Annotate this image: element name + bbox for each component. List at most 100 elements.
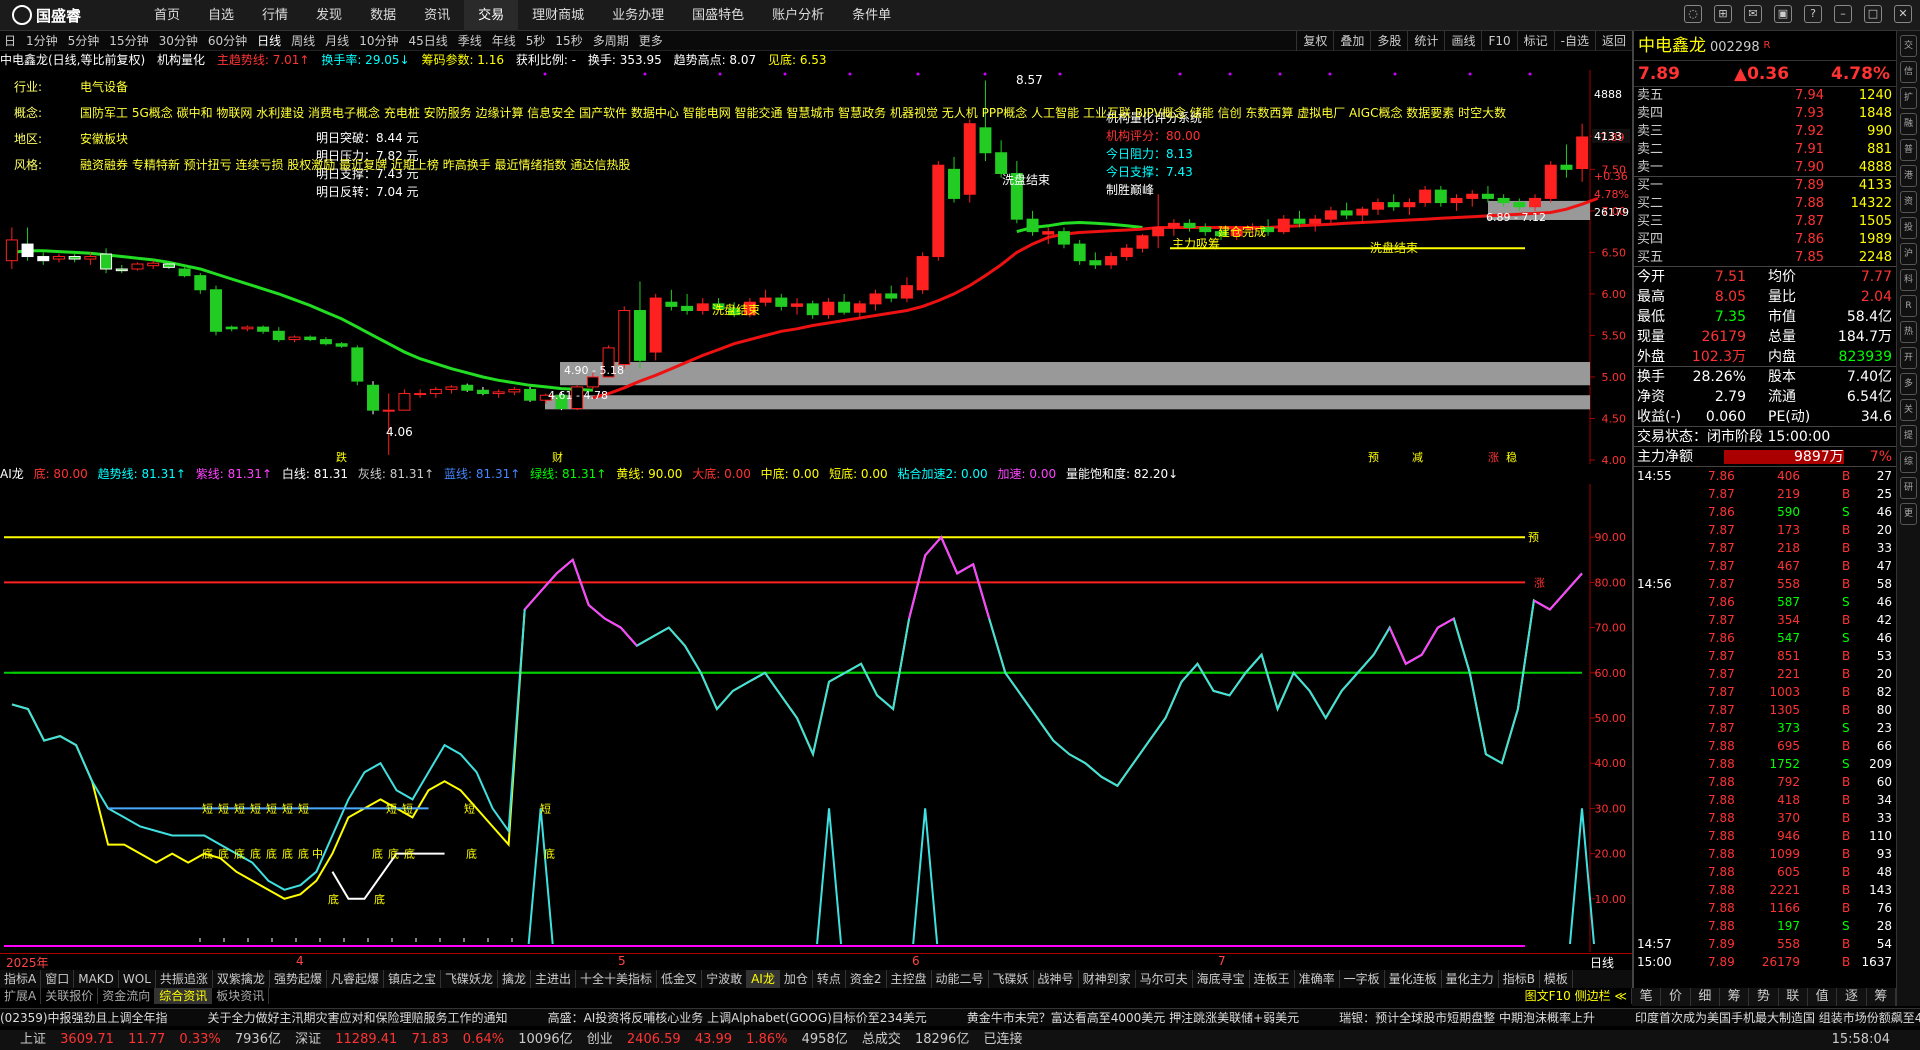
sidebar-item-7[interactable]: 投 xyxy=(1900,217,1917,239)
news-item[interactable]: (02359)中报强劲且上调全年指 xyxy=(0,1011,168,1025)
mail-icon[interactable]: ✉ xyxy=(1744,5,1762,23)
help-icon[interactable]: ? xyxy=(1804,5,1822,23)
indicator-tab-11[interactable]: 主进出 xyxy=(531,970,577,988)
orderbook-row[interactable]: 卖二 7.91 881 xyxy=(1634,141,1896,159)
period-11[interactable]: 季线 xyxy=(458,31,482,51)
sidebar-item-14[interactable]: 关 xyxy=(1900,399,1917,421)
grid-icon[interactable]: ⊞ xyxy=(1714,5,1732,23)
indicator-tab-20[interactable]: 动能二号 xyxy=(932,970,989,988)
topnav-item-7[interactable]: 理财商城 xyxy=(518,0,598,31)
topnav-item-5[interactable]: 资讯 xyxy=(410,0,464,31)
topnav-item-0[interactable]: 首页 xyxy=(140,0,194,31)
indicator-tab-2[interactable]: MAKD xyxy=(74,970,119,988)
sidebar-item-11[interactable]: 热 xyxy=(1900,321,1917,343)
indicator-tab-17[interactable]: 转点 xyxy=(813,970,846,988)
quote-tab-0[interactable]: 笔 xyxy=(1632,988,1662,1006)
period-6[interactable]: 日线 xyxy=(257,31,281,51)
panel-tab-1[interactable]: 关联报价 xyxy=(41,988,99,1004)
indicator-tab-30[interactable]: 量化主力 xyxy=(1442,970,1499,988)
topnav-item-4[interactable]: 数据 xyxy=(356,0,410,31)
orderbook-row[interactable]: 卖四 7.93 1848 xyxy=(1634,105,1896,123)
panel-tab-4[interactable]: 板块资讯 xyxy=(212,988,270,1004)
indicator-tab-28[interactable]: 一字板 xyxy=(1340,970,1385,988)
indicator-tab-18[interactable]: 资金2 xyxy=(846,970,887,988)
sz-label[interactable]: 深证 xyxy=(295,1032,321,1047)
square-icon[interactable]: ▣ xyxy=(1774,5,1792,23)
quote-tab-1[interactable]: 价 xyxy=(1661,988,1691,1006)
sidebar-item-4[interactable]: 普 xyxy=(1900,139,1917,161)
quote-tab-6[interactable]: 值 xyxy=(1808,988,1838,1006)
panel-tab-0[interactable]: 扩展A xyxy=(0,988,42,1004)
indicator-tab-10[interactable]: 擒龙 xyxy=(498,970,532,988)
date-axis-mode[interactable]: 日线 xyxy=(1590,954,1614,971)
indicator-tab-16[interactable]: 加仓 xyxy=(780,970,813,988)
indicator-tab-6[interactable]: 强势起爆 xyxy=(270,970,327,988)
orderbook-row[interactable]: 卖三 7.92 990 xyxy=(1634,123,1896,141)
close-icon[interactable]: ✕ xyxy=(1894,5,1912,23)
quote-tab-8[interactable]: 筹 xyxy=(1867,988,1896,1006)
sidebar-item-2[interactable]: 扩 xyxy=(1900,87,1917,109)
ind-name[interactable]: AI龙 xyxy=(0,467,24,481)
indicator-tab-0[interactable]: 指标A xyxy=(0,970,42,988)
period-2[interactable]: 5分钟 xyxy=(68,31,100,51)
app-logo[interactable]: 国盛睿 xyxy=(12,5,81,26)
chart-tool-2[interactable]: 多股 xyxy=(1370,31,1407,51)
quote-tab-3[interactable]: 筹 xyxy=(1720,988,1750,1006)
indicator-tab-26[interactable]: 连板王 xyxy=(1250,970,1295,988)
orderbook-row[interactable]: 买四 7.86 1989 xyxy=(1634,231,1896,249)
period-3[interactable]: 15分钟 xyxy=(109,31,148,51)
period-14[interactable]: 15秒 xyxy=(555,31,582,51)
indicator-tab-32[interactable]: 模板 xyxy=(1540,970,1573,988)
news-ticker[interactable]: (02359)中报强劲且上调全年指 关于全力做好主汛期灾害应对和保险理赔服务工作的… xyxy=(0,1008,1920,1026)
topnav-item-10[interactable]: 账户分析 xyxy=(758,0,838,31)
indicator-tab-7[interactable]: 凡睿起爆 xyxy=(327,970,384,988)
topnav-item-9[interactable]: 国盛特色 xyxy=(678,0,758,31)
sidebar-item-12[interactable]: 开 xyxy=(1900,347,1917,369)
orderbook-row[interactable]: 买五 7.85 2248 xyxy=(1634,249,1896,267)
topnav-item-6[interactable]: 交易 xyxy=(464,0,519,31)
sidebar-item-15[interactable]: 提 xyxy=(1900,425,1917,447)
chart-tool-1[interactable]: 叠加 xyxy=(1333,31,1370,51)
indicator-tab-25[interactable]: 海底寻宝 xyxy=(1193,970,1250,988)
panel-tab-3[interactable]: 综合资讯 xyxy=(155,988,213,1004)
sidebar-item-6[interactable]: 资 xyxy=(1900,191,1917,213)
indicator-tab-4[interactable]: 共振追涨 xyxy=(156,970,213,988)
indicator-tab-22[interactable]: 战神号 xyxy=(1034,970,1079,988)
chart-tool-8[interactable]: 返回 xyxy=(1594,31,1632,51)
period-15[interactable]: 多周期 xyxy=(593,31,629,51)
chart-tool-7[interactable]: -自选 xyxy=(1553,31,1595,51)
quote-tab-4[interactable]: 势 xyxy=(1749,988,1779,1006)
period-5[interactable]: 60分钟 xyxy=(208,31,247,51)
news-item[interactable]: 高盛：AI投资将反哺核心业务 上调Alphabet(GOOG)目标价至234美元 xyxy=(548,1011,927,1025)
indicator-tab-8[interactable]: 镇店之宝 xyxy=(384,970,441,988)
sidebar-item-8[interactable]: 沪 xyxy=(1900,243,1917,265)
period-8[interactable]: 月线 xyxy=(325,31,349,51)
period-0[interactable]: 日 xyxy=(4,31,16,51)
chart-tool-5[interactable]: F10 xyxy=(1481,31,1516,51)
orderbook-row[interactable]: 买三 7.87 1505 xyxy=(1634,213,1896,231)
topnav-item-3[interactable]: 发现 xyxy=(302,0,356,31)
indicator-tab-13[interactable]: 低金叉 xyxy=(657,970,703,988)
indicator-tab-1[interactable]: 窗口 xyxy=(41,970,75,988)
period-16[interactable]: 更多 xyxy=(639,31,663,51)
panel-tab-2[interactable]: 资金流向 xyxy=(98,988,156,1004)
chat-icon[interactable]: ◌ xyxy=(1684,5,1702,23)
tick-trades[interactable]: 14:55 7.86 406 B 27 7.87 219 B 25 7.86 590 S 46 7.87 1… xyxy=(1634,467,1896,971)
indicator-tab-31[interactable]: 指标B xyxy=(1499,970,1540,988)
cy-label[interactable]: 创业 xyxy=(587,1032,613,1047)
sidebar-toggle[interactable]: 图文F10 侧边栏 ≪ xyxy=(1521,988,1632,1004)
indicator-tab-29[interactable]: 量化连板 xyxy=(1385,970,1442,988)
period-12[interactable]: 年线 xyxy=(492,31,516,51)
indicator-tab-19[interactable]: 主控盘 xyxy=(887,970,932,988)
sidebar-item-17[interactable]: 研 xyxy=(1900,477,1917,499)
sidebar-item-0[interactable]: 交 xyxy=(1900,35,1917,57)
orderbook-row[interactable]: 卖一 7.90 4888 xyxy=(1634,159,1896,177)
indicator-tab-5[interactable]: 双紫擒龙 xyxy=(213,970,270,988)
period-1[interactable]: 1分钟 xyxy=(26,31,58,51)
sidebar-item-18[interactable]: 更 xyxy=(1900,503,1917,525)
maximize-icon[interactable]: □ xyxy=(1864,5,1882,23)
sh-label[interactable]: 上证 xyxy=(20,1032,46,1047)
indicator-tab-12[interactable]: 十全十美指标 xyxy=(576,970,658,988)
chart-tool-0[interactable]: 复权 xyxy=(1296,31,1333,51)
news-item[interactable]: 印度首次成为美国手机最大制造国 组装市场份额飙至44% xyxy=(1635,1011,1920,1025)
